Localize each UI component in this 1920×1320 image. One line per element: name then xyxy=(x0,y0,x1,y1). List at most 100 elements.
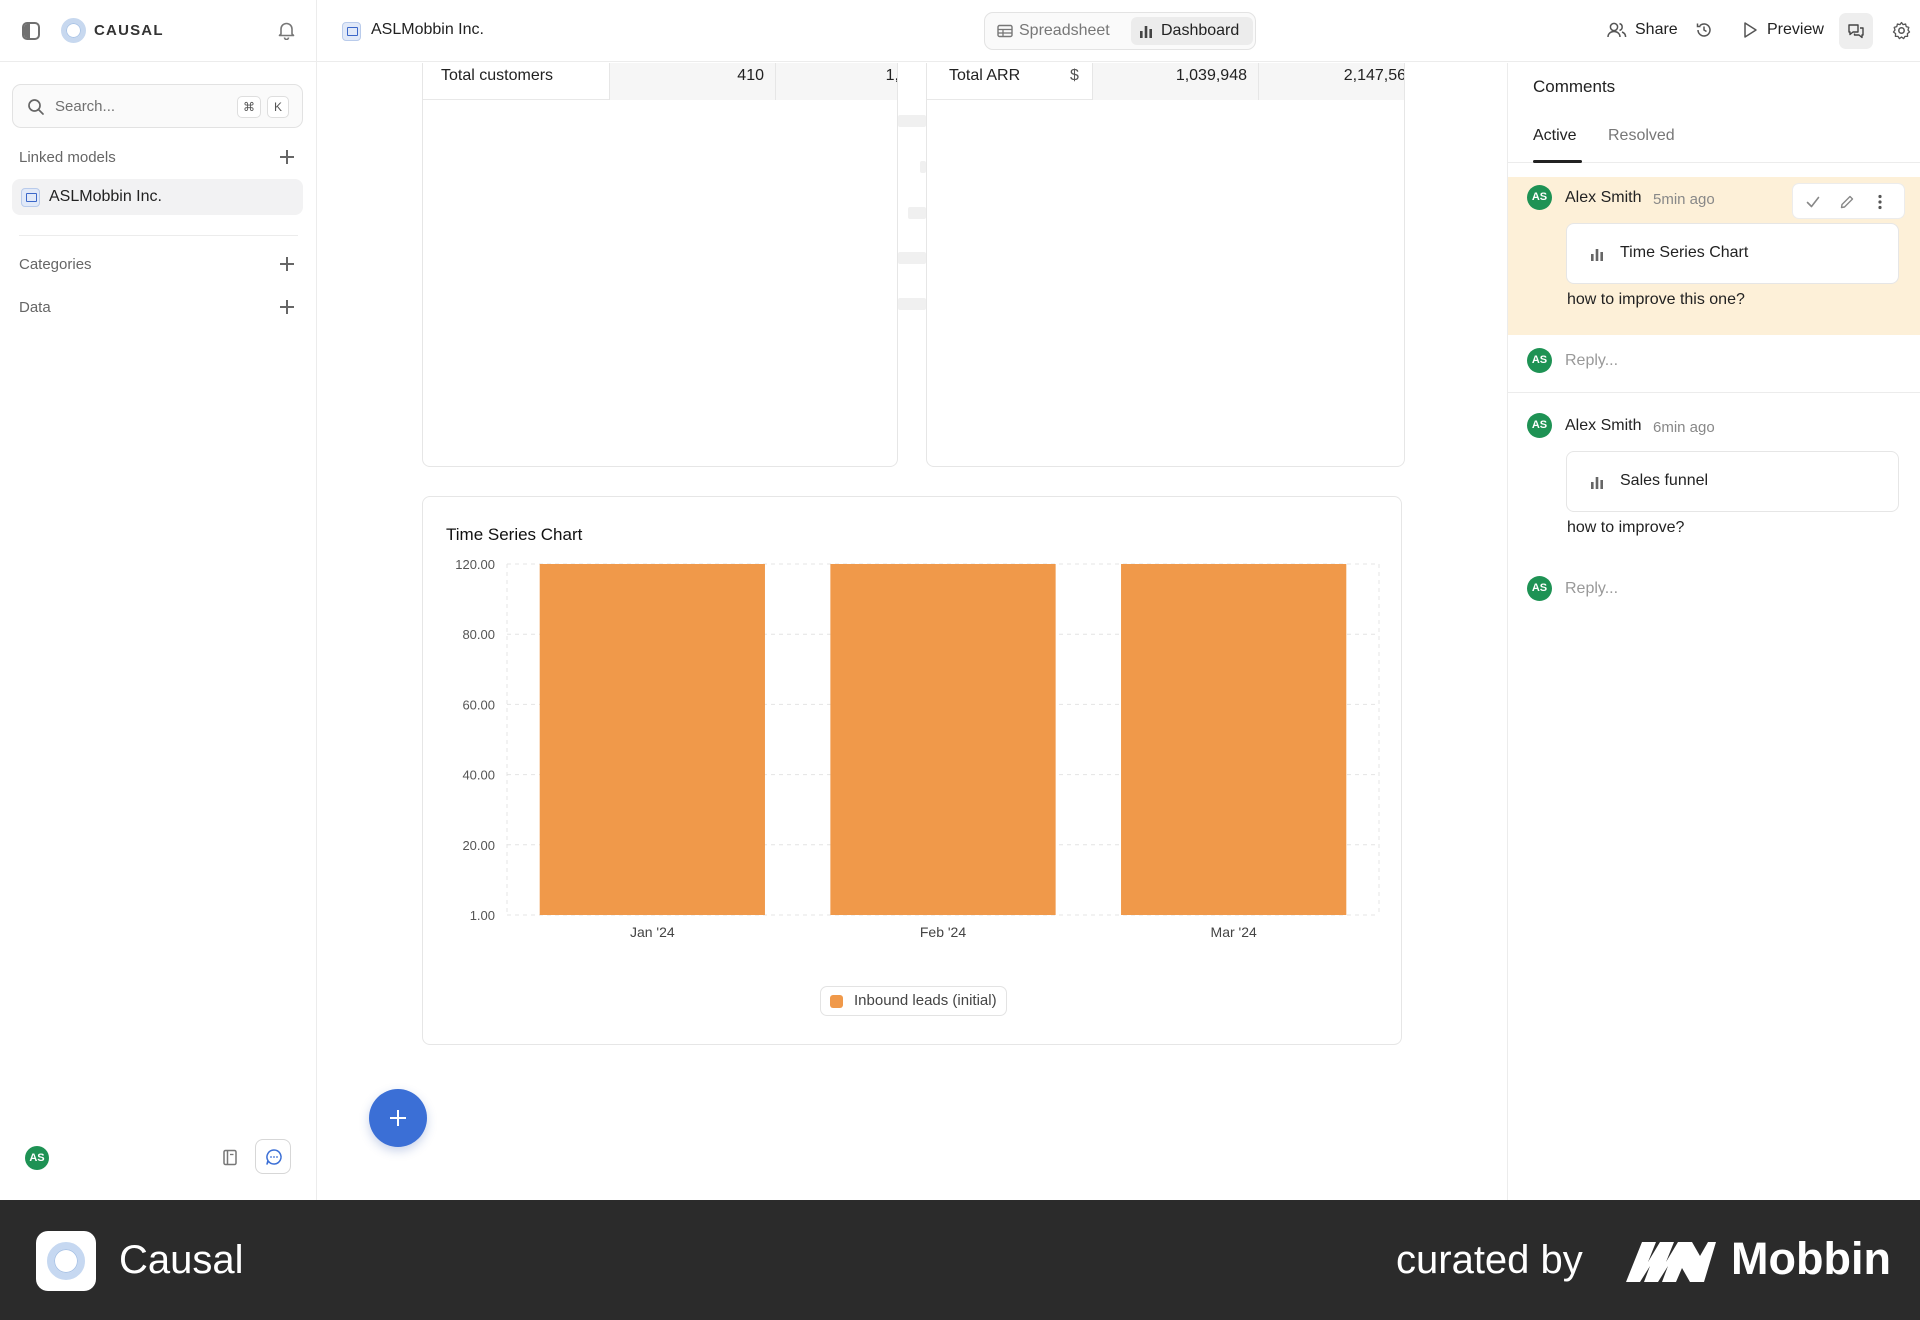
app-logo-text: CAUSAL xyxy=(94,22,164,39)
reply-input[interactable]: Reply... xyxy=(1565,580,1618,598)
search-placeholder: Search... xyxy=(55,98,116,115)
x-tick-label: Feb '24 xyxy=(920,924,966,940)
y-tick-label: 120.00 xyxy=(455,557,495,572)
sidebar-divider xyxy=(19,235,298,236)
more-options-icon[interactable] xyxy=(1877,194,1883,210)
shortcut-key-k: K xyxy=(267,96,289,118)
comments-tabs: Active Resolved xyxy=(1508,111,1920,163)
table-cell[interactable]: 2,147,56 xyxy=(1259,63,1404,100)
sidebar-header: CAUSAL xyxy=(0,0,317,62)
bar-chart-icon xyxy=(1140,26,1152,38)
comment-author: Alex Smith xyxy=(1565,417,1642,434)
unit-label: $ xyxy=(1070,67,1079,84)
comment-thread[interactable]: AS Alex Smith 6min ago Sales funnel how … xyxy=(1508,405,1920,536)
section-linked-models: Linked models xyxy=(19,149,116,166)
top-bar: ASLMobbin Inc. Spreadsheet Dashboard Sha… xyxy=(317,0,1920,62)
tab-resolved[interactable]: Resolved xyxy=(1608,127,1675,145)
bar-chart: 120.00 80.00 60.00 40.00 20.00 1.00 Jan '24 Feb… xyxy=(455,557,1380,940)
preview-button[interactable]: Preview xyxy=(1767,21,1824,39)
tab-dashboard[interactable]: Dashboard xyxy=(1131,17,1253,45)
x-tick-label: Mar '24 xyxy=(1211,924,1257,940)
comment-thread[interactable]: AS Alex Smith 5min ago Time Series Chart xyxy=(1508,177,1920,335)
comment-actions xyxy=(1792,183,1905,219)
chart-legend[interactable]: Inbound leads (initial) xyxy=(820,986,1007,1016)
table-cell[interactable]: 1, xyxy=(776,63,897,100)
banner-curated-by: curated by xyxy=(1396,1238,1583,1282)
y-tick-label: 80.00 xyxy=(462,627,495,642)
comments-panel: Comments Active Resolved AS Alex Smith 5… xyxy=(1507,63,1920,1200)
book-icon[interactable] xyxy=(222,1149,238,1166)
share-button[interactable]: Share xyxy=(1635,21,1678,39)
section-data[interactable]: Data xyxy=(19,299,51,316)
y-tick-label: 1.00 xyxy=(470,908,495,923)
edit-pencil-icon[interactable] xyxy=(1839,194,1855,210)
time-series-chart-card[interactable]: Time Series Chart 120.00 80.00 60.00 40.00 2… xyxy=(422,496,1402,1045)
users-icon[interactable] xyxy=(1607,21,1627,39)
bar-chart-icon xyxy=(1591,477,1603,489)
tab-spreadsheet-label: Spreadsheet xyxy=(1019,22,1110,39)
reference-label: Sales funnel xyxy=(1620,472,1709,489)
comment-reference-card[interactable]: Time Series Chart xyxy=(1566,223,1899,284)
banner-app-name: Causal xyxy=(119,1238,244,1282)
row-label: Total ARR xyxy=(949,67,1021,84)
play-icon[interactable] xyxy=(1742,21,1758,39)
causal-logo-icon xyxy=(61,18,86,43)
model-image-icon xyxy=(21,188,40,207)
comment-time: 5min ago xyxy=(1653,191,1715,208)
history-icon[interactable] xyxy=(1695,21,1713,39)
add-widget-button[interactable] xyxy=(369,1089,427,1147)
mobbin-logo-icon xyxy=(1626,1242,1716,1282)
document-title[interactable]: ASLMobbin Inc. xyxy=(371,21,484,39)
x-tick-label: Jan '24 xyxy=(630,924,675,940)
section-categories[interactable]: Categories xyxy=(19,256,92,273)
arr-table-card: Total ARR $ 1,039,948 2,147,56 xyxy=(926,63,1405,467)
gear-icon[interactable] xyxy=(1892,21,1911,40)
comment-body: how to improve? xyxy=(1567,519,1685,536)
document-icon xyxy=(342,22,361,41)
comment-avatar: AS xyxy=(1527,185,1552,210)
active-tab-indicator xyxy=(1533,160,1582,163)
placeholder-bar xyxy=(908,207,926,219)
y-tick-label: 60.00 xyxy=(462,697,495,712)
reply-avatar: AS xyxy=(1527,576,1552,601)
linked-model-item[interactable]: ASLMobbin Inc. xyxy=(12,179,303,215)
table-row: Total customers 410 1, xyxy=(423,63,897,100)
search-input[interactable]: Search... ⌘ K xyxy=(12,84,303,128)
add-linked-model-icon[interactable] xyxy=(279,149,295,165)
reply-avatar: AS xyxy=(1527,348,1552,373)
mobbin-banner: Causal curated by Mobbin xyxy=(0,1200,1920,1320)
placeholder-bar xyxy=(898,115,926,127)
app-window: CAUSAL Search... ⌘ K Linked models ASLMo… xyxy=(0,0,1920,1200)
tab-spreadsheet[interactable]: Spreadsheet xyxy=(989,17,1131,45)
comment-reference-card[interactable]: Sales funnel xyxy=(1566,451,1899,512)
causal-app-icon xyxy=(36,1231,96,1291)
chat-support-button[interactable] xyxy=(255,1139,291,1174)
comments-icon xyxy=(1848,24,1864,39)
shortcut-key-cmd: ⌘ xyxy=(237,96,261,118)
tab-active[interactable]: Active xyxy=(1533,127,1577,145)
table-row: Total ARR $ 1,039,948 2,147,56 xyxy=(927,63,1404,100)
user-avatar[interactable]: AS xyxy=(25,1146,49,1170)
placeholder-bar xyxy=(898,298,926,310)
add-data-icon[interactable] xyxy=(279,299,295,315)
comments-toggle-button[interactable] xyxy=(1839,13,1873,49)
y-tick-label: 20.00 xyxy=(462,838,495,853)
chart-bar xyxy=(1121,564,1347,915)
comment-time: 6min ago xyxy=(1653,419,1715,436)
sidebar-toggle-icon[interactable] xyxy=(22,22,40,40)
view-switcher: Spreadsheet Dashboard xyxy=(984,12,1256,50)
reply-input[interactable]: Reply... xyxy=(1565,352,1618,370)
legend-swatch xyxy=(830,995,843,1008)
table-cell[interactable]: 410 xyxy=(610,63,775,100)
customers-table-card: Total customers 410 1, xyxy=(422,63,898,467)
reference-label: Time Series Chart xyxy=(1620,244,1749,261)
sidebar: CAUSAL Search... ⌘ K Linked models ASLMo… xyxy=(0,0,317,1200)
chart-bar xyxy=(830,564,1056,915)
thread-divider xyxy=(1508,392,1920,393)
table-cell[interactable]: 1,039,948 xyxy=(1093,63,1258,100)
y-tick-label: 40.00 xyxy=(462,768,495,783)
resolve-check-icon[interactable] xyxy=(1805,194,1821,210)
placeholder-bar xyxy=(898,252,926,264)
bell-icon[interactable] xyxy=(278,21,295,40)
add-category-icon[interactable] xyxy=(279,256,295,272)
